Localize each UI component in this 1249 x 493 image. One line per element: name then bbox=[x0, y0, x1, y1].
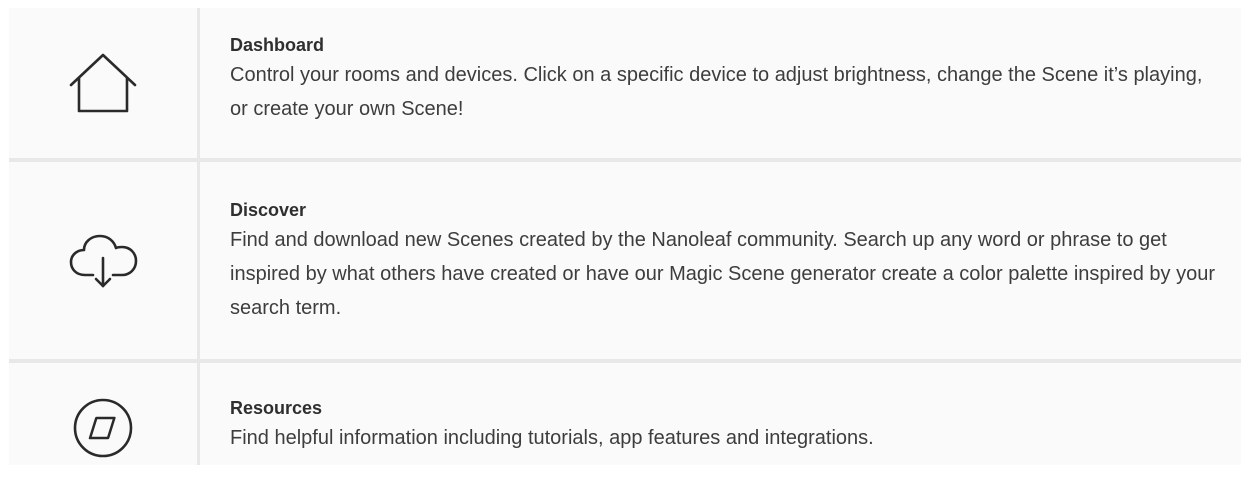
icon-cell-discover bbox=[9, 162, 197, 359]
row-title: Discover bbox=[230, 199, 307, 220]
row-title: Resources bbox=[230, 398, 323, 418]
row-description: Find and download new Scenes created by … bbox=[230, 228, 1215, 319]
home-icon bbox=[67, 51, 139, 115]
icon-cell-resources bbox=[9, 363, 197, 465]
row-resources: Resources Find helpful information inclu… bbox=[200, 363, 1241, 465]
row-description: Find helpful information including tutor… bbox=[230, 427, 874, 449]
cloud-download-icon bbox=[67, 231, 139, 291]
compass-icon bbox=[71, 396, 135, 460]
feature-table: Dashboard Control your rooms and devices… bbox=[9, 8, 1241, 465]
row-discover: Discover Find and download new Scenes cr… bbox=[200, 162, 1241, 359]
row-title: Dashboard bbox=[230, 35, 325, 55]
icon-cell-dashboard bbox=[9, 8, 197, 158]
row-dashboard: Dashboard Control your rooms and devices… bbox=[200, 8, 1241, 158]
row-description: Control your rooms and devices. Click on… bbox=[230, 64, 1203, 120]
